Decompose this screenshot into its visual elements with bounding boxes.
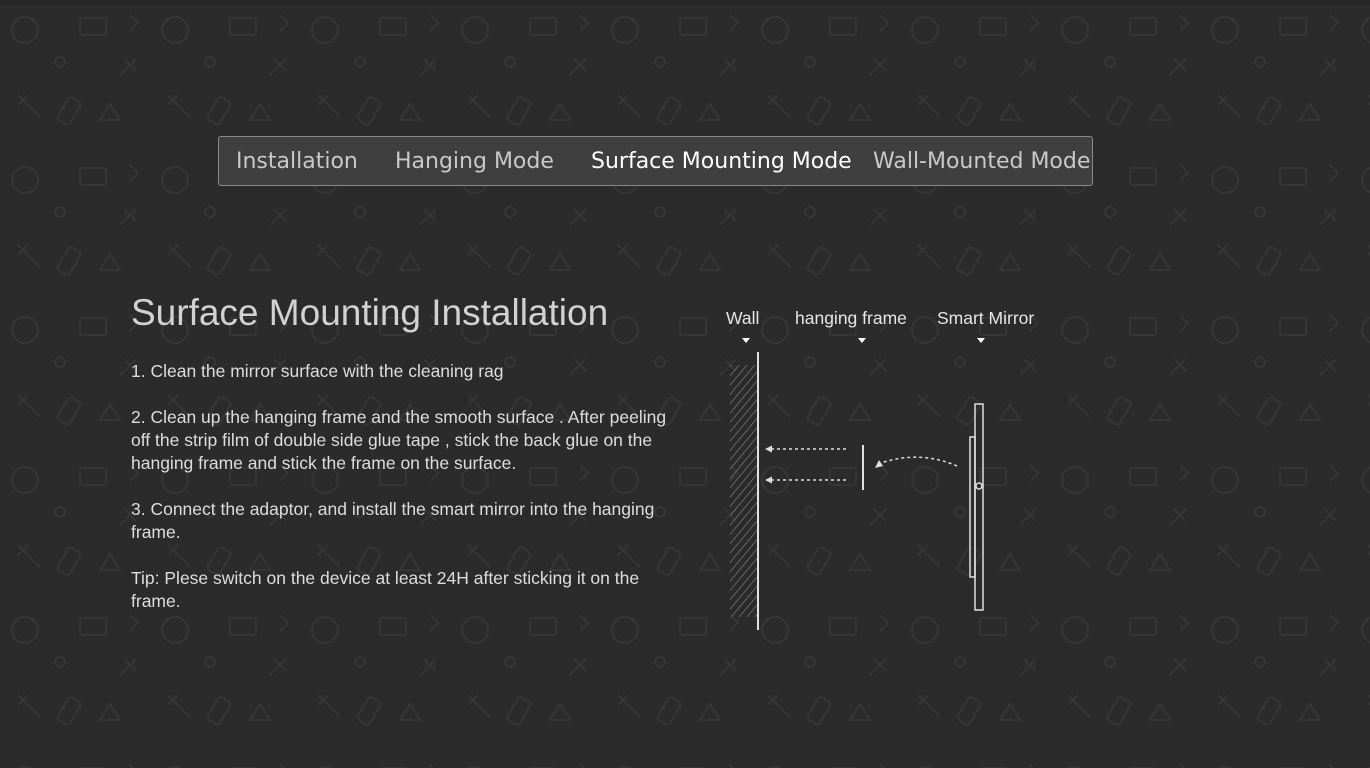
wall-pointer-icon (742, 338, 750, 343)
page-title: Surface Mounting Installation (131, 292, 609, 333)
frame-pointer-icon (858, 338, 866, 343)
instruction-step-1: 1. Clean the mirror surface with the cle… (131, 361, 504, 381)
tab-installation[interactable]: Installation (236, 137, 358, 187)
wall-hatch (730, 365, 758, 617)
mirror-pointer-icon (977, 338, 985, 343)
frame-to-wall-arrows (765, 445, 848, 484)
instruction-step-3: 3. Connect the adaptor, and install the … (131, 499, 655, 542)
mirror-to-frame-arrow (875, 456, 958, 468)
installation-diagram: Wall hanging frame Smart Mirror (715, 300, 1075, 640)
tab-wall-mounted-mode[interactable]: Wall-Mounted Mode (873, 137, 1090, 187)
smart-mirror-shape (969, 403, 984, 611)
instruction-steps: 1. Clean the mirror surface with the cle… (131, 360, 676, 636)
tab-surface-mounting-mode[interactable]: Surface Mounting Mode (591, 137, 852, 187)
mode-tab-bar: Installation Hanging Mode Surface Mounti… (218, 136, 1093, 186)
instruction-tip: Tip: Plese switch on the device at least… (131, 568, 640, 611)
tab-hanging-mode[interactable]: Hanging Mode (395, 137, 554, 187)
instruction-step-2: 2. Clean up the hanging frame and the sm… (131, 407, 667, 473)
